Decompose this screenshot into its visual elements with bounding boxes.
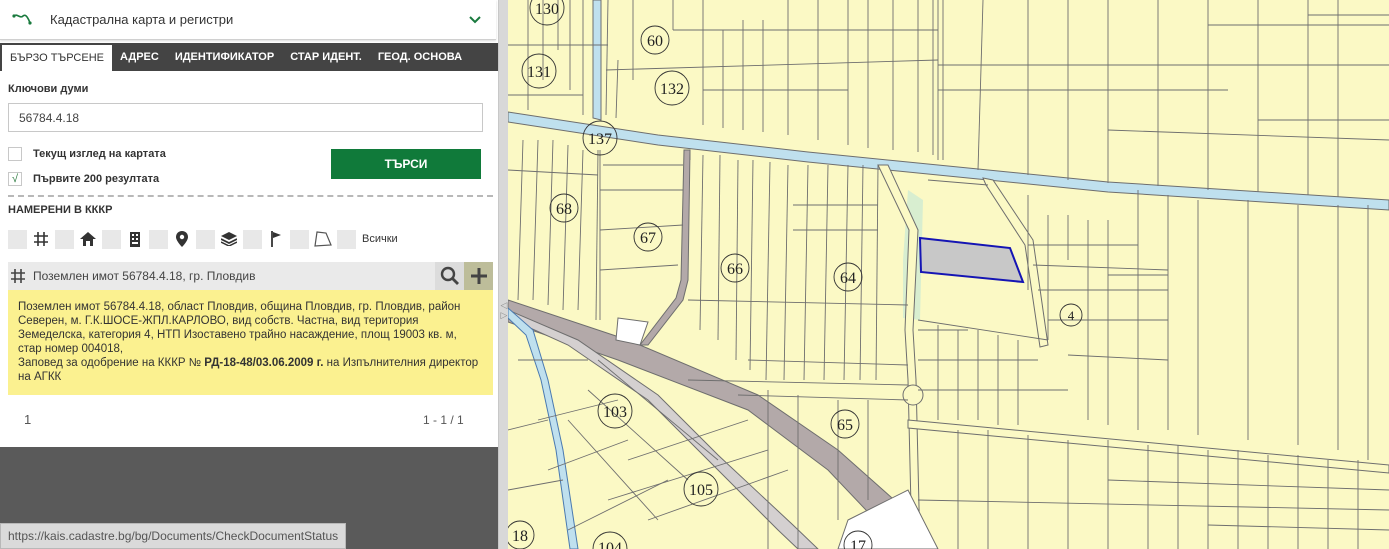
svg-text:65: 65 [837,417,853,434]
svg-text:105: 105 [689,482,713,499]
svg-text:132: 132 [660,81,684,98]
first-200-option[interactable]: √ Първите 200 резултата [8,172,159,186]
svg-text:137: 137 [588,131,612,148]
result-filters: Всички [8,229,398,249]
layers-icon[interactable] [220,230,238,248]
result-detail-order-number: РД-18-48/03.06.2009 г. [204,357,324,369]
status-bar-url: https://kais.cadastre.bg/bg/Documents/Ch… [0,523,347,549]
plus-icon [470,268,487,284]
tab-identifier[interactable]: ИДЕНТИФИКАТОР [167,43,282,71]
filter-checkbox-house[interactable] [55,229,74,249]
found-title: НАМЕРЕНИ В КККР [8,204,113,216]
svg-text:104: 104 [598,540,622,549]
svg-text:17: 17 [850,538,866,549]
chevron-down-icon[interactable] [468,15,482,25]
filter-checkbox-building[interactable] [102,229,121,249]
result-item[interactable]: Поземлен имот 56784.4.18, гр. Пловдив [8,262,493,290]
svg-text:4: 4 [1068,308,1075,323]
current-view-option[interactable]: Текущ изглед на картата [8,147,166,161]
location-pin-icon[interactable] [173,230,191,248]
first-200-label: Първите 200 резултата [33,173,160,185]
panel-splitter[interactable]: ◁ ▷ [498,0,508,549]
svg-text:67: 67 [640,230,656,247]
keywords-input[interactable] [8,103,483,132]
svg-text:130: 130 [535,1,559,18]
search-panel: Кадастрална карта и регистри БЪРЗО ТЪРСЕ… [0,0,498,549]
tab-old-identifier[interactable]: СТАР ИДЕНТ. [282,43,370,71]
filter-checkbox-flag[interactable] [243,229,262,249]
tab-address[interactable]: АДРЕС [112,43,167,71]
result-detail-description: Поземлен имот 56784.4.18, област Пловдив… [18,301,461,355]
zoom-to-result-button[interactable] [435,262,464,290]
search-tabs: БЪРЗО ТЪРСЕНЕ АДРЕС ИДЕНТИФИКАТОР СТАР И… [0,43,498,71]
layer-selector[interactable]: Кадастрална карта и регистри [0,0,496,40]
current-view-checkbox[interactable] [8,147,22,161]
add-result-button[interactable] [464,262,493,290]
grid-icon[interactable] [32,230,50,248]
result-detail: Поземлен имот 56784.4.18, област Пловдив… [8,290,493,395]
cadastre-app: 130 60 131 132 137 68 67 66 64 4 103 65 … [0,0,1389,549]
result-title[interactable]: Поземлен имот 56784.4.18, гр. Пловдив [33,269,435,283]
flag-icon[interactable] [267,230,285,248]
layer-selector-label: Кадастрална карта и регистри [50,12,234,27]
filter-checkbox-location[interactable] [149,229,168,249]
filter-checkbox-polygon[interactable] [290,229,309,249]
divider [8,195,493,197]
svg-text:60: 60 [647,33,663,50]
keywords-label: Ключови думи [8,83,89,95]
tab-geodetic-base[interactable]: ГЕОД. ОСНОВА [370,43,470,71]
grid-icon [11,269,25,283]
filter-checkbox-layers[interactable] [196,229,215,249]
pager-range: 1 - 1 / 1 [423,413,464,427]
filter-checkbox-all[interactable] [337,229,356,249]
search-button[interactable]: ТЪРСИ [331,149,481,179]
svg-text:64: 64 [840,270,856,287]
filter-checkbox-grid[interactable] [8,229,27,249]
current-view-label: Текущ изглед на картата [33,148,166,160]
svg-text:131: 131 [527,64,551,81]
svg-text:18: 18 [512,528,528,545]
pager-page-link[interactable]: 1 [24,412,31,427]
svg-text:103: 103 [603,404,627,421]
house-icon[interactable] [79,230,97,248]
tab-quick-search[interactable]: БЪРЗО ТЪРСЕНЕ [2,45,112,71]
svg-text:68: 68 [556,201,572,218]
filter-all-label: Всички [362,233,398,245]
splitter-grip-icon[interactable]: ◁ ▷ [500,300,508,330]
svg-text:66: 66 [727,261,743,278]
polygon-icon[interactable] [314,230,332,248]
result-detail-order-prefix: Заповед за одобрение на КККР № [18,357,205,369]
first-200-checkbox[interactable]: √ [8,172,22,186]
building-icon[interactable] [126,230,144,248]
cadastral-map[interactable]: 130 60 131 132 137 68 67 66 64 4 103 65 … [508,0,1389,549]
route-icon [12,13,32,25]
search-icon [440,266,459,285]
